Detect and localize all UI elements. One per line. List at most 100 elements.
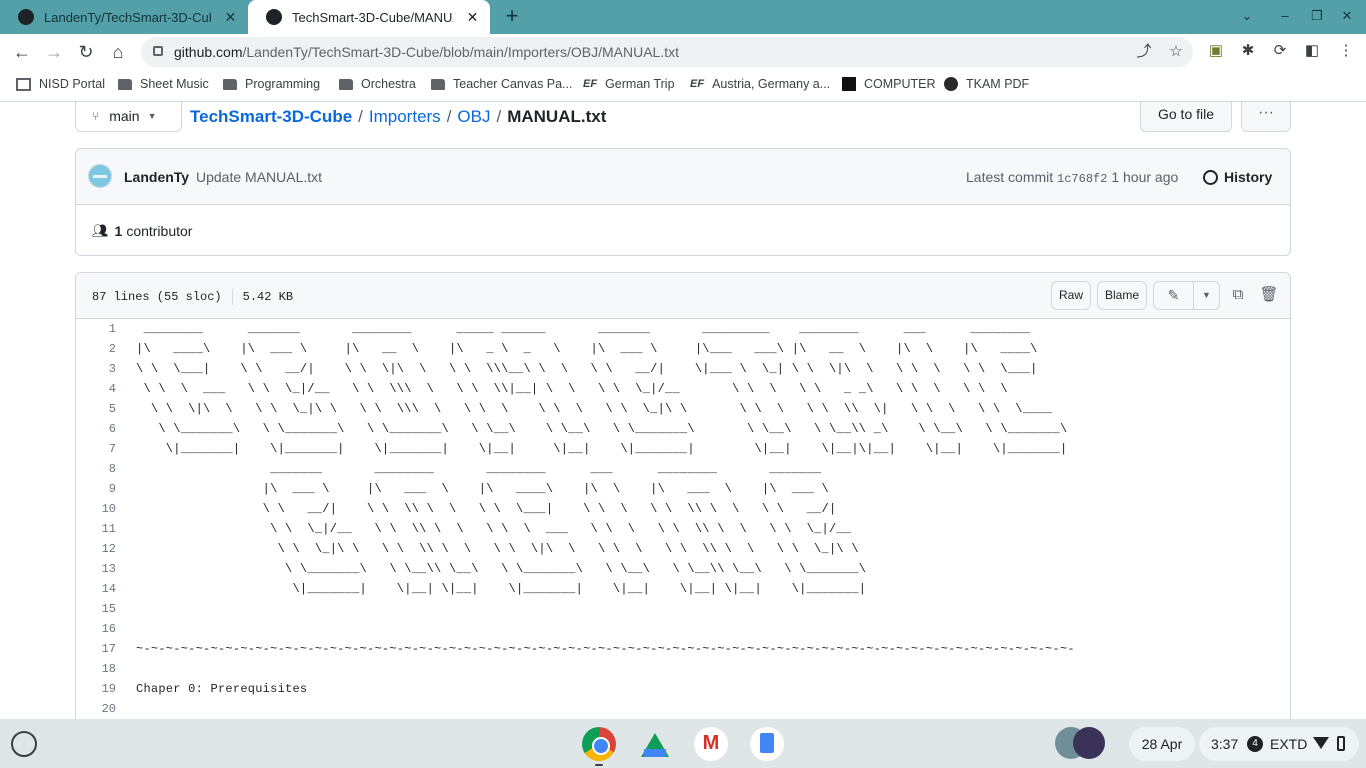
menu-icon[interactable]: ⋮ xyxy=(1336,41,1356,61)
folder-icon xyxy=(339,78,353,90)
contributors-row[interactable]: 👥︎ 1 contributor xyxy=(92,223,192,239)
drive-icon[interactable] xyxy=(638,727,672,761)
chevron-down-icon[interactable]: ▼ xyxy=(1194,282,1219,309)
code-line: 18 xyxy=(76,659,1290,679)
new-tab-button[interactable]: + xyxy=(500,5,524,29)
code-line: 5 \ \ \|\ \ \ \ \_|\ \ \ \ \\\ \ \ \ \ \… xyxy=(76,399,1290,419)
window-close-icon[interactable]: ✕ xyxy=(1338,8,1356,24)
line-number[interactable]: 5 xyxy=(76,399,116,419)
url-text[interactable]: github.com/LandenTy/TechSmart-3D-Cube/bl… xyxy=(174,44,679,60)
line-number[interactable]: 2 xyxy=(76,339,116,359)
code-line: 4 \ \ \ ___ \ \ \_|/__ \ \ \\\ \ \ \ \\|… xyxy=(76,379,1290,399)
docs-icon[interactable] xyxy=(750,727,784,761)
code-line: 13 \ \_______\ \ \__\\ \__\ \ \_______\ … xyxy=(76,559,1290,579)
line-text: ________ _______ ________ _____ ______ _… xyxy=(136,322,1031,336)
launcher-icon[interactable] xyxy=(11,731,37,757)
line-number[interactable]: 6 xyxy=(76,419,116,439)
line-number[interactable]: 19 xyxy=(76,679,116,699)
minimize-icon[interactable]: – xyxy=(1276,8,1294,23)
avatar[interactable] xyxy=(88,164,112,188)
gmail-icon[interactable] xyxy=(694,727,728,761)
line-number[interactable]: 11 xyxy=(76,519,116,539)
back-icon[interactable]: ← xyxy=(10,40,34,64)
bookmark-austria-germany[interactable]: EF Austria, Germany a... xyxy=(690,77,830,91)
go-to-file-button[interactable]: Go to file xyxy=(1140,102,1232,132)
delete-icon[interactable]: 🗑︎ xyxy=(1259,285,1279,305)
commit-sha[interactable]: 1c768f2 xyxy=(1057,172,1107,186)
tab-close-icon[interactable]: ✕ xyxy=(465,9,480,26)
more-options-button[interactable]: ··· xyxy=(1241,102,1291,132)
phone-hub-avatar[interactable] xyxy=(1055,727,1105,759)
extensions-puzzle-icon[interactable]: ✱ xyxy=(1238,41,1258,61)
tab-close-icon[interactable]: ✕ xyxy=(223,9,238,26)
bookmark-sheet-music[interactable]: Sheet Music xyxy=(118,77,209,91)
sync-icon[interactable]: ⟳ xyxy=(1270,41,1290,61)
tab-title: TechSmart-3D-Cube/MANUAL.txt xyxy=(292,9,453,25)
code-line: 6 \ \_______\ \ \_______\ \ \_______\ \ … xyxy=(76,419,1290,439)
line-number[interactable]: 18 xyxy=(76,659,116,679)
line-number[interactable]: 8 xyxy=(76,459,116,479)
breadcrumb-obj[interactable]: OBJ xyxy=(457,107,490,126)
line-text xyxy=(116,699,136,719)
commit-author[interactable]: LandenTy xyxy=(124,169,189,185)
line-number[interactable]: 3 xyxy=(76,359,116,379)
raw-button[interactable]: Raw xyxy=(1051,281,1091,310)
line-text xyxy=(116,619,136,639)
blame-button[interactable]: Blame xyxy=(1097,281,1147,310)
line-number[interactable]: 16 xyxy=(76,619,116,639)
status-tray[interactable]: 3:37 4 EXTD xyxy=(1199,727,1359,761)
line-number[interactable]: 17 xyxy=(76,639,116,659)
line-number[interactable]: 15 xyxy=(76,599,116,619)
line-number[interactable]: 20 xyxy=(76,699,116,719)
line-number[interactable]: 1 xyxy=(76,319,116,339)
bookmark-german-trip[interactable]: EF German Trip xyxy=(583,77,675,91)
forward-icon[interactable]: → xyxy=(42,40,66,64)
history-link[interactable]: History xyxy=(1203,169,1272,185)
extension-icon[interactable]: ▣ xyxy=(1206,41,1226,61)
github-icon xyxy=(266,9,282,25)
side-panel-icon[interactable]: ◧ xyxy=(1302,41,1322,61)
line-text: \ \ \___| \ \ __/| \ \ \|\ \ \ \ \\\__\ … xyxy=(136,362,1038,376)
line-number[interactable]: 13 xyxy=(76,559,116,579)
contributors-label: contributor xyxy=(126,223,193,239)
line-number[interactable]: 14 xyxy=(76,579,116,599)
code-line: 16 xyxy=(76,619,1290,639)
home-icon[interactable]: ⌂ xyxy=(106,40,130,64)
latest-commit-info: Latest commit 1c768f2 1 hour ago xyxy=(966,169,1179,186)
tab-manual[interactable]: TechSmart-3D-Cube/MANUAL.txt ✕ xyxy=(248,0,490,34)
bookmark-tkam-pdf[interactable]: TKAM PDF xyxy=(944,77,1029,91)
line-number[interactable]: 12 xyxy=(76,539,116,559)
share-icon[interactable]: ⤴ xyxy=(1135,43,1153,61)
restore-icon[interactable]: ❐ xyxy=(1308,8,1326,24)
bookmark-teacher-canvas[interactable]: Teacher Canvas Pa... xyxy=(431,77,573,91)
copy-icon[interactable]: ⧉ xyxy=(1228,285,1248,305)
branch-selector[interactable]: ⑂ main ▼ xyxy=(75,102,182,132)
bookmark-star-icon[interactable]: ☆ xyxy=(1167,43,1185,61)
line-number[interactable]: 9 xyxy=(76,479,116,499)
chrome-icon[interactable] xyxy=(582,727,616,761)
latest-commit-row: LandenTy Update MANUAL.txt Latest commit… xyxy=(76,149,1290,205)
breadcrumb-repo[interactable]: TechSmart-3D-Cube xyxy=(190,107,352,126)
date-tray[interactable]: 28 Apr xyxy=(1129,727,1195,761)
line-text: |\ ____\ |\ ___ \ |\ __ \ |\ _ \ _ \ |\ … xyxy=(136,342,1038,356)
line-text: \ \ \_|/__ \ \ \\ \ \ \ \ \ ___ \ \ \ \ … xyxy=(136,522,852,536)
line-number[interactable]: 10 xyxy=(76,499,116,519)
code-line: 12 \ \ \_|\ \ \ \ \\ \ \ \ \ \|\ \ \ \ \… xyxy=(76,539,1290,559)
bookmark-orchestra[interactable]: Orchestra xyxy=(339,77,416,91)
ef-icon: EF xyxy=(583,78,598,90)
pencil-icon[interactable]: ✎ xyxy=(1154,282,1194,309)
commit-message[interactable]: Update MANUAL.txt xyxy=(196,169,322,185)
tab-repo[interactable]: LandenTy/TechSmart-3D-Cube: C ✕ xyxy=(0,0,248,34)
address-bar[interactable]: github.com/LandenTy/TechSmart-3D-Cube/bl… xyxy=(141,37,1193,67)
bookmark-programming[interactable]: Programming xyxy=(223,77,320,91)
tab-search-icon[interactable]: ⌄ xyxy=(1238,8,1256,24)
line-number[interactable]: 7 xyxy=(76,439,116,459)
edit-button-group: ✎ ▼ xyxy=(1153,281,1220,310)
code-view: 1 ________ _______ ________ _____ ______… xyxy=(76,319,1290,719)
line-number[interactable]: 4 xyxy=(76,379,116,399)
bookmark-nisd-portal[interactable]: NISD Portal xyxy=(16,77,105,91)
line-text xyxy=(116,659,136,679)
bookmark-computer[interactable]: COMPUTER xyxy=(842,77,936,91)
breadcrumb-importers[interactable]: Importers xyxy=(369,107,441,126)
reload-icon[interactable]: ↻ xyxy=(74,40,98,64)
